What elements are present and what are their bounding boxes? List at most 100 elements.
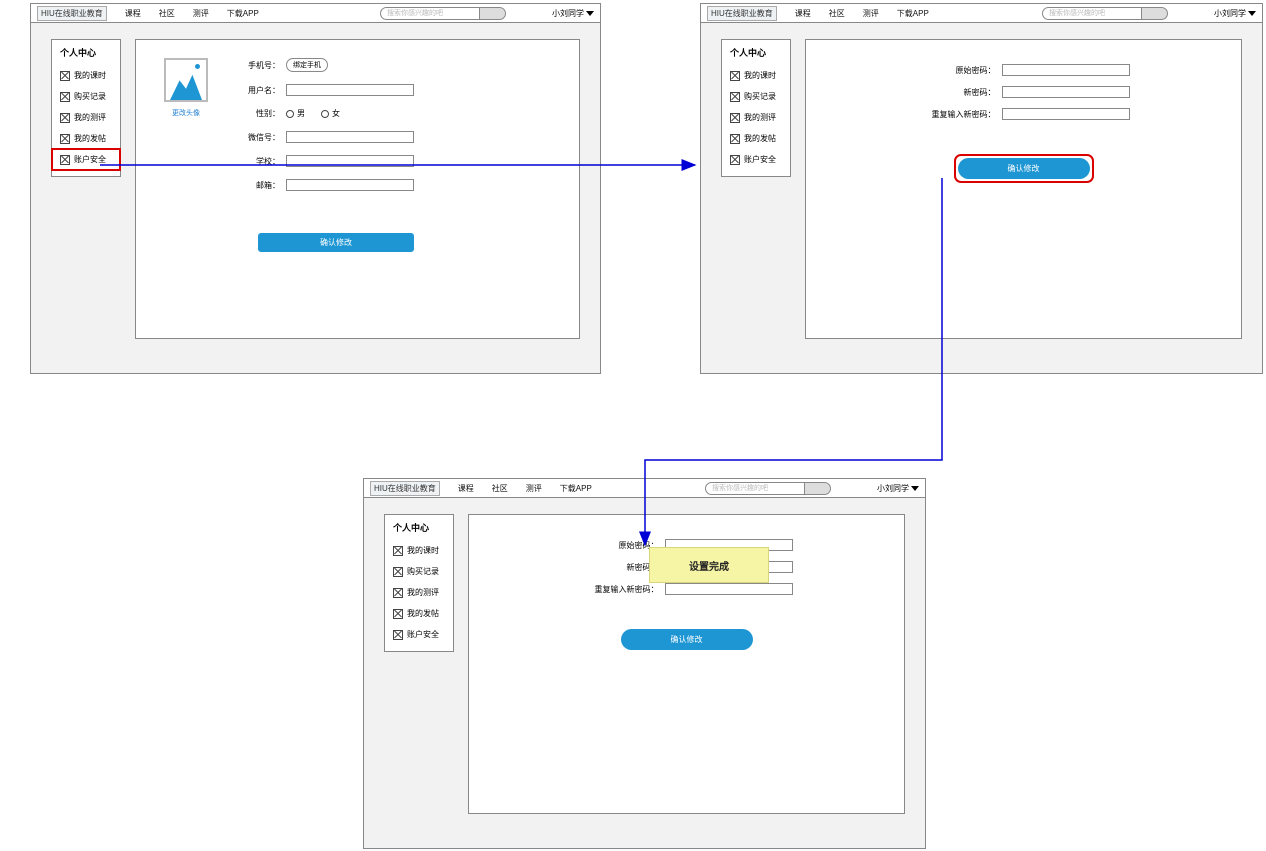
confirm-password-button[interactable]: 确认修改 xyxy=(621,629,753,650)
label-school: 学校： xyxy=(238,156,280,167)
user-name: 小刘同学 xyxy=(1214,8,1246,19)
logo[interactable]: HIU在线职业教育 xyxy=(707,6,777,21)
user-name: 小刘同学 xyxy=(552,8,584,19)
sidebar-item-security[interactable]: 账户安全 xyxy=(385,624,453,645)
nav-courses[interactable]: 课程 xyxy=(458,483,474,494)
logo[interactable]: HIU在线职业教育 xyxy=(370,481,440,496)
old-password-input[interactable] xyxy=(1002,64,1130,76)
chevron-down-icon xyxy=(1248,11,1256,16)
confirm-profile-button[interactable]: 确认修改 xyxy=(258,233,414,252)
sidebar-item-security[interactable]: 账户安全 xyxy=(722,149,790,170)
nav-assess[interactable]: 测评 xyxy=(526,483,542,494)
sidebar-item-posts[interactable]: 我的发帖 xyxy=(52,128,120,149)
success-toast: 设置完成 xyxy=(649,547,769,583)
search-button[interactable] xyxy=(1142,7,1168,20)
nav-community[interactable]: 社区 xyxy=(492,483,508,494)
sidebar-item-label: 我的课时 xyxy=(407,545,439,556)
sidebar-item-label: 我的发帖 xyxy=(74,133,106,144)
sidebar-item-label: 账户安全 xyxy=(407,629,439,640)
confirm-password-button[interactable]: 确认修改 xyxy=(958,158,1090,179)
wireframe-profile: HIU在线职业教育 课程 社区 测评 下载APP 搜索你感兴趣的吧 小刘同学 个… xyxy=(30,3,601,374)
form-row-username: 用户名： xyxy=(238,84,414,96)
placeholder-icon xyxy=(60,155,70,165)
sidebar-title: 个人中心 xyxy=(52,46,120,65)
new-password-input[interactable] xyxy=(1002,86,1130,98)
sidebar-item-label: 账户安全 xyxy=(744,154,776,165)
repeat-password-input[interactable] xyxy=(1002,108,1130,120)
nav-download[interactable]: 下载APP xyxy=(227,8,259,19)
sidebar-item-purchases[interactable]: 购买记录 xyxy=(385,561,453,582)
nav-download[interactable]: 下载APP xyxy=(560,483,592,494)
username-input[interactable] xyxy=(286,84,414,96)
main-panel: 原始密码： 新密码： 重复输入新密码： 确认修改 设置完成 xyxy=(468,514,905,814)
placeholder-icon xyxy=(60,92,70,102)
confirm-highlight: 确认修改 xyxy=(958,158,1090,179)
label-username: 用户名： xyxy=(238,85,280,96)
label-old-password: 原始密码： xyxy=(918,65,996,76)
form-row-email: 邮箱： xyxy=(238,179,414,191)
user-menu[interactable]: 小刘同学 xyxy=(552,8,594,19)
sidebar-item-security[interactable]: 账户安全 xyxy=(52,149,120,170)
placeholder-icon xyxy=(60,113,70,123)
label-old-password: 原始密码： xyxy=(581,540,659,551)
nav-courses[interactable]: 课程 xyxy=(125,8,141,19)
radio-male[interactable]: 男 xyxy=(286,108,305,119)
bind-phone-button[interactable]: 绑定手机 xyxy=(286,58,328,72)
sidebar-item-posts[interactable]: 我的发帖 xyxy=(385,603,453,624)
user-menu[interactable]: 小刘同学 xyxy=(877,483,919,494)
radio-icon xyxy=(321,110,329,118)
label-new-password: 新密码： xyxy=(918,87,996,98)
label-wechat: 微信号： xyxy=(238,132,280,143)
avatar xyxy=(164,58,208,102)
search-input[interactable]: 搜索你感兴趣的吧 xyxy=(1042,7,1142,20)
sidebar-item-assessments[interactable]: 我的测评 xyxy=(52,107,120,128)
search-input[interactable]: 搜索你感兴趣的吧 xyxy=(705,482,805,495)
form-row-repeat-password: 重复输入新密码： xyxy=(918,108,1130,120)
placeholder-icon xyxy=(730,71,740,81)
sidebar-item-lessons[interactable]: 我的课时 xyxy=(52,65,120,86)
sidebar-item-lessons[interactable]: 我的课时 xyxy=(722,65,790,86)
search-button[interactable] xyxy=(805,482,831,495)
sidebar-item-purchases[interactable]: 购买记录 xyxy=(722,86,790,107)
sidebar-item-purchases[interactable]: 购买记录 xyxy=(52,86,120,107)
form-row-school: 学校： xyxy=(238,155,414,167)
form-row-gender: 性别： 男 女 xyxy=(238,108,414,119)
nav-download[interactable]: 下载APP xyxy=(897,8,929,19)
sidebar-title: 个人中心 xyxy=(385,521,453,540)
nav-assess[interactable]: 测评 xyxy=(863,8,879,19)
nav-assess[interactable]: 测评 xyxy=(193,8,209,19)
user-menu[interactable]: 小刘同学 xyxy=(1214,8,1256,19)
form-row-new-password: 新密码： xyxy=(918,86,1130,98)
search-button[interactable] xyxy=(480,7,506,20)
label-new-password: 新密码： xyxy=(581,562,659,573)
placeholder-icon xyxy=(730,134,740,144)
form-row-wechat: 微信号： xyxy=(238,131,414,143)
label-gender: 性别： xyxy=(238,108,280,119)
placeholder-icon xyxy=(730,155,740,165)
repeat-password-input[interactable] xyxy=(665,583,793,595)
sidebar-item-posts[interactable]: 我的发帖 xyxy=(722,128,790,149)
placeholder-icon xyxy=(60,71,70,81)
change-avatar-link[interactable]: 更改头像 xyxy=(172,108,200,118)
radio-female[interactable]: 女 xyxy=(321,108,340,119)
sidebar: 个人中心 我的课时 购买记录 我的测评 我的发帖 账户安全 xyxy=(721,39,791,177)
email-input[interactable] xyxy=(286,179,414,191)
school-input[interactable] xyxy=(286,155,414,167)
form-row-phone: 手机号： 绑定手机 xyxy=(238,58,414,72)
sidebar-item-assessments[interactable]: 我的测评 xyxy=(385,582,453,603)
form-row-old-password: 原始密码： xyxy=(918,64,1130,76)
placeholder-icon xyxy=(393,567,403,577)
sidebar-item-assessments[interactable]: 我的测评 xyxy=(722,107,790,128)
form-row-repeat-password: 重复输入新密码： xyxy=(581,583,793,595)
wechat-input[interactable] xyxy=(286,131,414,143)
main-panel: 原始密码： 新密码： 重复输入新密码： 确认修改 xyxy=(805,39,1242,339)
radio-icon xyxy=(286,110,294,118)
nav-courses[interactable]: 课程 xyxy=(795,8,811,19)
nav-community[interactable]: 社区 xyxy=(829,8,845,19)
logo[interactable]: HIU在线职业教育 xyxy=(37,6,107,21)
search-input[interactable]: 搜索你感兴趣的吧 xyxy=(380,7,480,20)
placeholder-icon xyxy=(393,588,403,598)
main-panel: 更改头像 手机号： 绑定手机 用户名： 性别： xyxy=(135,39,580,339)
nav-community[interactable]: 社区 xyxy=(159,8,175,19)
sidebar-item-lessons[interactable]: 我的课时 xyxy=(385,540,453,561)
